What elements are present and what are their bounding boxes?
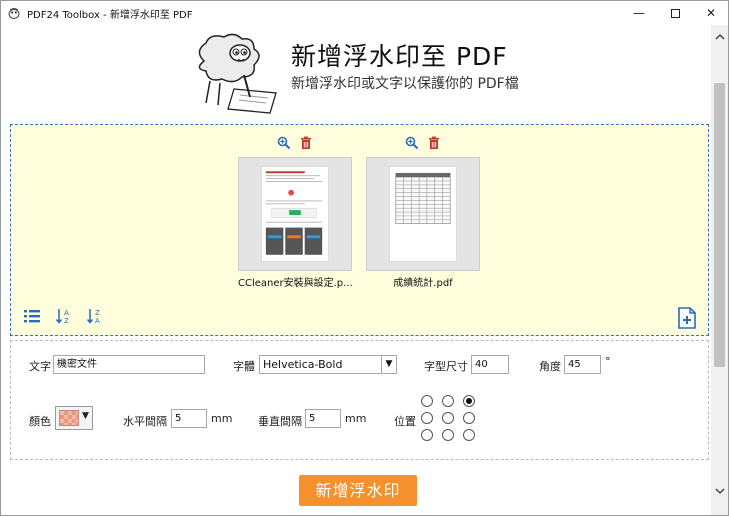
vertical-scrollbar[interactable]	[711, 25, 728, 515]
scroll-up-button[interactable]	[711, 31, 728, 47]
font-select[interactable]: Helvetica-Bold ▼	[259, 355, 397, 374]
trash-icon[interactable]	[299, 136, 313, 150]
title-bar: PDF24 Toolbox - 新增浮水印至 PDF — ✕	[1, 1, 728, 25]
chevron-down-icon: ▼	[82, 411, 89, 421]
angle-label: 角度	[539, 360, 561, 373]
svg-text:Z: Z	[95, 309, 100, 317]
scroll-thumb[interactable]	[714, 83, 725, 367]
chevron-down-icon	[715, 488, 724, 494]
page-title: 新增浮水印至 PDF	[291, 42, 508, 71]
file-list-tools: A Z Z A	[23, 307, 114, 327]
position-radio-bottom-left[interactable]	[421, 429, 433, 441]
text-label: 文字	[29, 360, 51, 373]
position-radio-bottom-center[interactable]	[442, 429, 454, 441]
position-label: 位置	[394, 415, 416, 428]
minimize-button[interactable]: —	[621, 1, 657, 25]
vertical-spacing-unit: mm	[345, 412, 367, 425]
chevron-down-icon: ▼	[381, 356, 396, 373]
svg-text:A: A	[64, 309, 69, 317]
color-swatch	[59, 410, 79, 426]
angle-input[interactable]: 45	[564, 355, 601, 374]
position-radio-middle-left[interactable]	[421, 412, 433, 424]
pdf-page-preview	[261, 166, 329, 262]
color-label: 顏色	[29, 415, 51, 428]
font-label: 字體	[233, 360, 255, 373]
position-radio-top-left[interactable]	[421, 395, 433, 407]
maximize-icon	[670, 9, 680, 18]
position-radio-top-center[interactable]	[442, 395, 454, 407]
horizontal-spacing-label: 水平間隔	[123, 415, 167, 428]
file-thumbnail[interactable]	[238, 157, 352, 271]
file-name: CCleaner安裝與設定.p...	[238, 278, 353, 289]
close-button[interactable]: ✕	[693, 1, 729, 25]
maximize-button[interactable]	[657, 1, 693, 25]
sheep-mascot-logo	[198, 33, 277, 114]
svg-text:Z: Z	[64, 317, 69, 325]
list-view-icon[interactable]	[23, 307, 41, 325]
sort-ascending-icon[interactable]: A Z	[55, 307, 73, 325]
watermark-text-input[interactable]: 機密文件	[53, 355, 205, 374]
angle-unit: °	[605, 355, 611, 368]
file-thumbnail[interactable]	[366, 157, 480, 271]
zoom-in-icon[interactable]	[405, 136, 419, 150]
position-radio-bottom-right[interactable]	[463, 429, 475, 441]
add-watermark-button[interactable]: 新增浮水印	[299, 475, 417, 506]
window-title: PDF24 Toolbox - 新增浮水印至 PDF	[27, 10, 193, 21]
position-radio-top-right[interactable]	[463, 395, 475, 407]
trash-icon[interactable]	[427, 136, 441, 150]
app-window: PDF24 Toolbox - 新增浮水印至 PDF — ✕ 新增浮水印至 PD…	[0, 0, 729, 516]
position-radio-center[interactable]	[442, 412, 454, 424]
scroll-down-button[interactable]	[711, 485, 728, 501]
color-picker[interactable]: ▼	[55, 406, 93, 430]
file-name: 成績統計.pdf	[393, 278, 453, 289]
zoom-in-icon[interactable]	[277, 136, 291, 150]
position-radio-middle-right[interactable]	[463, 412, 475, 424]
chevron-up-icon	[715, 34, 724, 40]
file-drop-area[interactable]: CCleaner安裝與設定.p... 成績統計.pdf A Z Z A	[10, 124, 709, 336]
font-size-label: 字型尺寸	[424, 360, 468, 373]
horizontal-spacing-input[interactable]: 5	[171, 409, 207, 428]
file-actions	[238, 136, 352, 154]
vertical-spacing-label: 垂直間隔	[258, 415, 302, 428]
vertical-spacing-input[interactable]: 5	[305, 409, 341, 428]
page-subtitle: 新增浮水印或文字以保護你的 PDF檔	[291, 76, 519, 92]
horizontal-spacing-unit: mm	[211, 412, 233, 425]
file-card[interactable]: 成績統計.pdf	[366, 136, 480, 289]
watermark-options-panel: 文字 機密文件 字體 Helvetica-Bold ▼ 字型尺寸 40 角度 4…	[10, 340, 709, 460]
file-card[interactable]: CCleaner安裝與設定.p...	[238, 136, 353, 289]
pdf-page-preview	[389, 166, 457, 262]
file-actions	[366, 136, 480, 154]
font-size-input[interactable]: 40	[471, 355, 509, 374]
pdf24-app-icon	[8, 8, 20, 19]
font-select-value: Helvetica-Bold	[263, 358, 343, 371]
add-file-icon[interactable]	[677, 307, 697, 329]
svg-text:A: A	[95, 317, 100, 325]
sort-descending-icon[interactable]: Z A	[86, 307, 104, 325]
